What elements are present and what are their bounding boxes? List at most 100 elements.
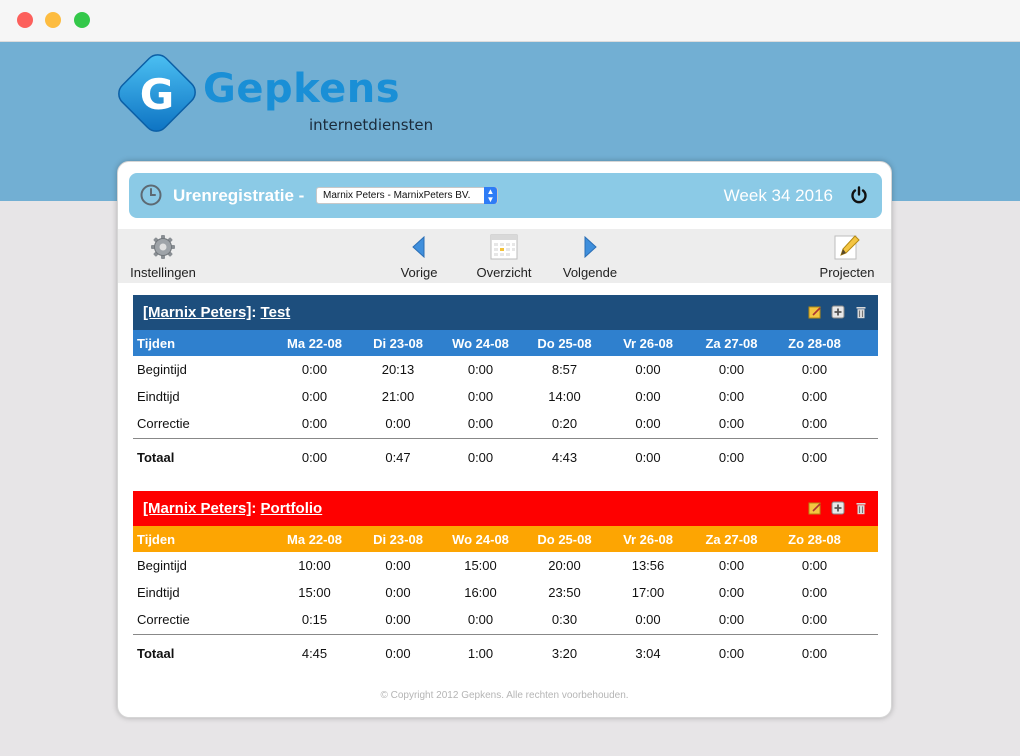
project-user-link[interactable]: [Marnix Peters] [143, 500, 251, 517]
next-button[interactable]: Volgende [558, 229, 622, 280]
time-cell[interactable]: 15:00 [438, 552, 523, 579]
edit-note-icon[interactable] [808, 501, 822, 515]
time-cell[interactable]: 23:50 [523, 579, 606, 606]
row-spacer [856, 437, 878, 476]
time-cell[interactable]: 0:00 [606, 383, 690, 410]
time-cell[interactable]: 0:00 [773, 579, 856, 606]
column-header: Ma 22-08 [287, 531, 342, 547]
time-cell[interactable]: 14:00 [523, 383, 606, 410]
total-cell: 0:00 [773, 437, 856, 476]
time-cell[interactable]: 13:56 [606, 552, 690, 579]
overview-button[interactable]: Overzicht [470, 229, 538, 280]
column-header: Di 23-08 [373, 531, 423, 547]
projects-button[interactable]: Projecten [812, 229, 882, 280]
table-row: Begintijd 0:00 20:13 0:00 8:57 0:00 0:00… [133, 356, 878, 383]
time-cell[interactable]: 0:00 [690, 579, 773, 606]
time-cell[interactable]: 0:00 [438, 356, 523, 383]
column-header: Za 27-08 [705, 531, 758, 547]
week-label: Week 34 2016 [723, 186, 833, 205]
time-cell[interactable]: 0:00 [690, 552, 773, 579]
time-cell[interactable]: 0:00 [358, 606, 438, 634]
time-cell[interactable]: 20:13 [358, 356, 438, 383]
column-header: Vr 26-08 [623, 531, 673, 547]
title-separator: : [251, 500, 257, 517]
row-spacer [856, 579, 878, 606]
time-cell[interactable]: 0:00 [271, 356, 358, 383]
table-row: Correctie 0:00 0:00 0:00 0:20 0:00 0:00 … [133, 410, 878, 438]
time-cell[interactable]: 0:00 [358, 410, 438, 438]
time-cell[interactable]: 0:30 [523, 606, 606, 634]
time-cell[interactable]: 17:00 [606, 579, 690, 606]
calendar-icon [490, 234, 518, 260]
trash-icon[interactable] [854, 305, 868, 319]
time-cell[interactable]: 0:00 [438, 606, 523, 634]
time-cell[interactable]: 0:00 [773, 383, 856, 410]
settings-label: Instellingen [130, 265, 196, 280]
edit-pencil-icon [834, 235, 860, 260]
row-spacer [856, 410, 878, 438]
trash-icon[interactable] [854, 501, 868, 515]
total-label: Totaal [133, 633, 271, 672]
time-cell[interactable]: 0:00 [606, 410, 690, 438]
time-cell[interactable]: 0:15 [271, 606, 358, 634]
title-bar: Urenregistratie - Marnix Peters - Marnix… [129, 173, 882, 218]
time-cell[interactable]: 21:00 [358, 383, 438, 410]
edit-note-icon[interactable] [808, 305, 822, 319]
column-header: Tijden [137, 335, 176, 351]
column-header: Tijden [137, 531, 176, 547]
logout-power-icon[interactable] [850, 186, 868, 204]
time-cell[interactable]: 15:00 [271, 579, 358, 606]
user-select[interactable]: Marnix Peters - MarnixPeters BV. ▲ ▼ [316, 187, 498, 204]
time-cell[interactable]: 0:00 [773, 410, 856, 438]
time-cell[interactable]: 0:20 [523, 410, 606, 438]
time-cell[interactable]: 0:00 [438, 410, 523, 438]
gepkens-logo[interactable]: G Gepkens internetdiensten [117, 52, 457, 136]
time-cell[interactable]: 16:00 [438, 579, 523, 606]
column-header: Do 25-08 [537, 335, 592, 351]
time-cell[interactable]: 0:00 [271, 383, 358, 410]
time-cell[interactable]: 0:00 [271, 410, 358, 438]
time-cell[interactable]: 0:00 [358, 579, 438, 606]
time-cell[interactable]: 0:00 [773, 606, 856, 634]
time-cell[interactable]: 0:00 [606, 356, 690, 383]
toolbar: Instellingen Vorige Overzicht Volgende P… [118, 229, 891, 283]
project-name-link[interactable]: Test [261, 304, 291, 321]
row-spacer [856, 633, 878, 672]
add-entry-icon[interactable] [831, 305, 845, 319]
time-cell[interactable]: 10:00 [271, 552, 358, 579]
settings-button[interactable]: Instellingen [128, 229, 198, 280]
time-cell[interactable]: 20:00 [523, 552, 606, 579]
gear-icon [151, 235, 175, 259]
project-panel-portfolio: [Marnix Peters]: Portfolio Tijden Ma 22-… [133, 491, 878, 672]
time-cell[interactable]: 0:00 [773, 356, 856, 383]
clock-icon [140, 184, 162, 206]
time-cell[interactable]: 0:00 [690, 356, 773, 383]
copyright-footer: © Copyright 2012 Gepkens. Alle rechten v… [380, 690, 629, 701]
time-cell[interactable]: 8:57 [523, 356, 606, 383]
close-window-button[interactable] [17, 12, 33, 28]
time-cell[interactable]: 0:00 [773, 552, 856, 579]
time-cell[interactable]: 0:00 [606, 606, 690, 634]
minimize-window-button[interactable] [45, 12, 61, 28]
total-cell: 3:04 [606, 633, 690, 672]
time-cell[interactable]: 0:00 [690, 410, 773, 438]
project-actions [808, 305, 868, 319]
user-select-value: Marnix Peters - MarnixPeters BV. [323, 190, 471, 201]
project-user-link[interactable]: [Marnix Peters] [143, 304, 251, 321]
add-entry-icon[interactable] [831, 501, 845, 515]
total-cell: 4:43 [523, 437, 606, 476]
column-header: Ma 22-08 [287, 335, 342, 351]
table-row: Eindtijd 0:00 21:00 0:00 14:00 0:00 0:00… [133, 383, 878, 410]
time-cell[interactable]: 0:00 [690, 383, 773, 410]
column-header: Do 25-08 [537, 531, 592, 547]
total-cell: 0:00 [690, 437, 773, 476]
project-name-link[interactable]: Portfolio [261, 500, 323, 517]
select-arrows-icon: ▲ ▼ [484, 187, 497, 204]
time-cell[interactable]: 0:00 [438, 383, 523, 410]
project-panel-test: [Marnix Peters]: Test Tijden Ma 22-08 Di… [133, 295, 878, 476]
row-label: Begintijd [137, 362, 187, 377]
time-cell[interactable]: 0:00 [690, 606, 773, 634]
previous-button[interactable]: Vorige [388, 229, 450, 280]
time-cell[interactable]: 0:00 [358, 552, 438, 579]
maximize-window-button[interactable] [74, 12, 90, 28]
